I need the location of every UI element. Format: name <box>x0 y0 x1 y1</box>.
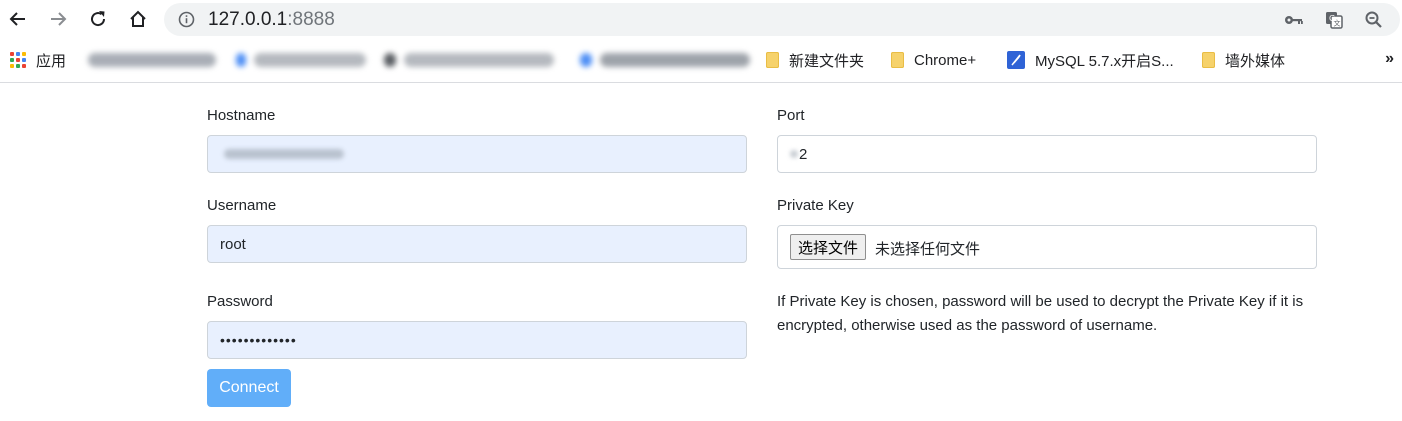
private-key-help-text: If Private Key is chosen, password will … <box>777 293 1304 334</box>
bookmark-redacted-3[interactable] <box>384 49 554 71</box>
bookmark-apps-label: 应用 <box>36 52 67 70</box>
reload-button[interactable] <box>83 4 113 34</box>
port-redacted-blur <box>790 150 798 158</box>
info-icon[interactable] <box>178 11 195 28</box>
private-key-file-input[interactable]: 选择文件 未选择任何文件 <box>777 225 1317 269</box>
home-button[interactable] <box>123 4 153 34</box>
password-label: Password <box>207 293 273 310</box>
port-label: Port <box>777 107 805 124</box>
bookmark-redacted-4[interactable] <box>580 49 750 71</box>
hostname-label: Hostname <box>207 107 276 124</box>
bookmark-item-1[interactable]: Chrome+ <box>891 49 976 71</box>
svg-text:文: 文 <box>1334 19 1341 28</box>
bookmark-redacted-1[interactable] <box>88 49 216 71</box>
key-icon[interactable] <box>1284 10 1304 30</box>
home-icon <box>130 10 146 27</box>
forward-icon <box>51 12 67 26</box>
url-port: :8888 <box>287 9 335 30</box>
bookmark-label: 新建文件夹 <box>789 52 865 70</box>
file-status-text: 未选择任何文件 <box>875 240 981 258</box>
username-label: Username <box>207 197 277 214</box>
connect-button[interactable]: Connect <box>207 369 291 407</box>
bookmarks-bar: 应用 新建文件夹 Chrome+ MySQL 5.7.x开启S... 墙外媒体 … <box>0 38 1402 83</box>
bookmark-item-3[interactable]: 墙外媒体 <box>1202 49 1285 71</box>
username-input[interactable]: root <box>207 225 747 263</box>
translate-icon[interactable]: G 文 <box>1324 10 1344 30</box>
redacted-bookmark-icon-blur <box>580 53 592 67</box>
url-host: 127.0.0.1 <box>208 9 288 30</box>
port-value: 2 <box>799 145 808 163</box>
address-bar[interactable]: 127.0.0.1:8888 G 文 <box>164 3 1400 36</box>
folder-icon <box>766 52 779 68</box>
bookmark-item-2[interactable]: MySQL 5.7.x开启S... <box>1007 49 1174 71</box>
zoom-icon[interactable] <box>1364 10 1384 30</box>
back-button[interactable] <box>3 4 33 34</box>
bookmark-item-0[interactable]: 新建文件夹 <box>766 49 864 71</box>
browser-toolbar: 127.0.0.1:8888 G 文 <box>0 0 1402 38</box>
redacted-bookmark-blur <box>600 53 750 67</box>
bookmarks-overflow-button[interactable]: » <box>1385 50 1394 68</box>
password-value: ••••••••••••• <box>220 332 297 348</box>
reload-icon <box>91 11 106 27</box>
bookmark-label: MySQL 5.7.x开启S... <box>1035 52 1174 70</box>
password-input[interactable]: ••••••••••••• <box>207 321 747 359</box>
feather-icon <box>1007 51 1025 69</box>
bookmark-label: Chrome+ <box>914 51 977 69</box>
port-input[interactable]: 2 <box>777 135 1317 173</box>
back-icon <box>9 12 25 26</box>
forward-button[interactable] <box>43 4 73 34</box>
folder-icon <box>1202 52 1215 68</box>
apps-icon <box>10 52 26 68</box>
bookmark-redacted-2[interactable] <box>236 49 366 71</box>
redacted-bookmark-blur <box>404 53 554 67</box>
redacted-bookmark-blur <box>88 53 216 67</box>
hostname-redacted-value <box>224 149 344 159</box>
redacted-bookmark-icon-blur <box>384 53 396 67</box>
username-value: root <box>220 235 246 253</box>
redacted-bookmark-icon-blur <box>236 53 246 67</box>
choose-file-button[interactable]: 选择文件 <box>790 234 867 260</box>
folder-icon <box>891 52 904 68</box>
url-text[interactable]: 127.0.0.1:8888 <box>208 9 335 30</box>
bookmark-apps[interactable]: 应用 <box>10 49 66 71</box>
hostname-input[interactable] <box>207 135 747 173</box>
private-key-label: Private Key <box>777 197 854 214</box>
bookmark-label: 墙外媒体 <box>1225 52 1286 70</box>
redacted-bookmark-blur <box>254 53 366 67</box>
